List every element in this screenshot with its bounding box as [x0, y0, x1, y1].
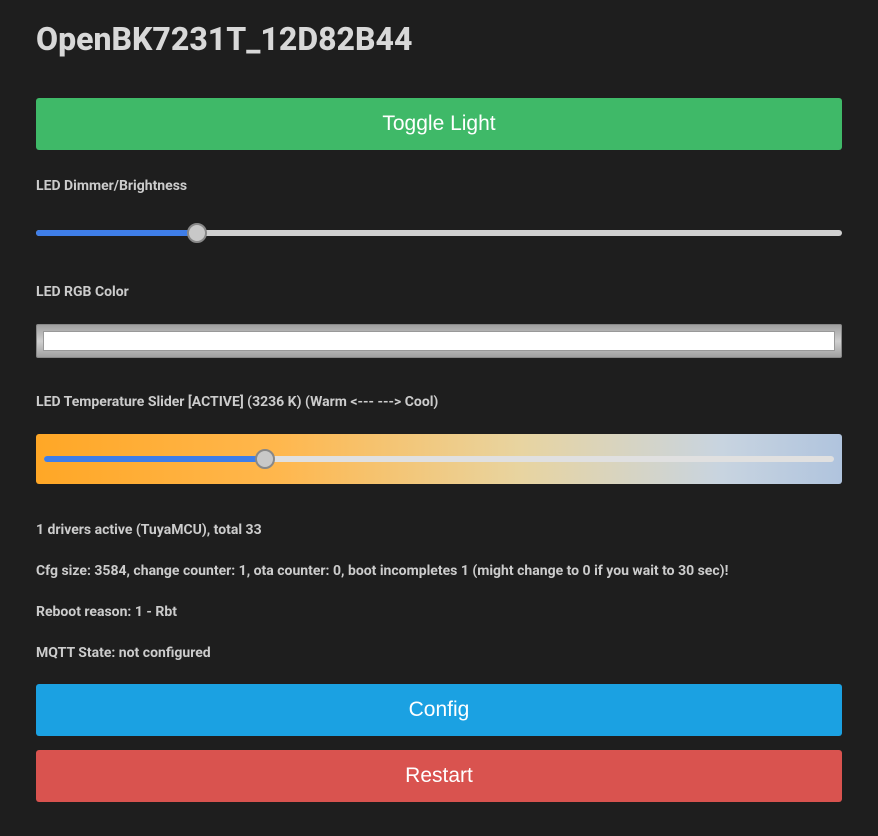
restart-button[interactable]: Restart: [36, 750, 842, 802]
rgb-section: LED RGB Color: [36, 284, 842, 358]
toggle-light-button[interactable]: Toggle Light: [36, 98, 842, 150]
rgb-label: LED RGB Color: [36, 284, 842, 300]
config-button[interactable]: Config: [36, 684, 842, 736]
brightness-label: LED Dimmer/Brightness: [36, 178, 842, 194]
temperature-slider[interactable]: [36, 434, 842, 484]
temperature-label: LED Temperature Slider [ACTIVE] (3236 K)…: [36, 394, 842, 410]
cfg-status: Cfg size: 3584, change counter: 1, ota c…: [36, 561, 842, 582]
page-title: OpenBK7231T_12D82B44: [36, 20, 842, 58]
temperature-section: LED Temperature Slider [ACTIVE] (3236 K)…: [36, 394, 842, 484]
mqtt-status: MQTT State: not configured: [36, 643, 842, 664]
drivers-status: 1 drivers active (TuyaMCU), total 33: [36, 520, 842, 541]
brightness-slider[interactable]: [36, 218, 842, 248]
reboot-status: Reboot reason: 1 - Rbt: [36, 602, 842, 623]
brightness-section: LED Dimmer/Brightness: [36, 178, 842, 248]
rgb-color-picker[interactable]: [36, 324, 842, 358]
